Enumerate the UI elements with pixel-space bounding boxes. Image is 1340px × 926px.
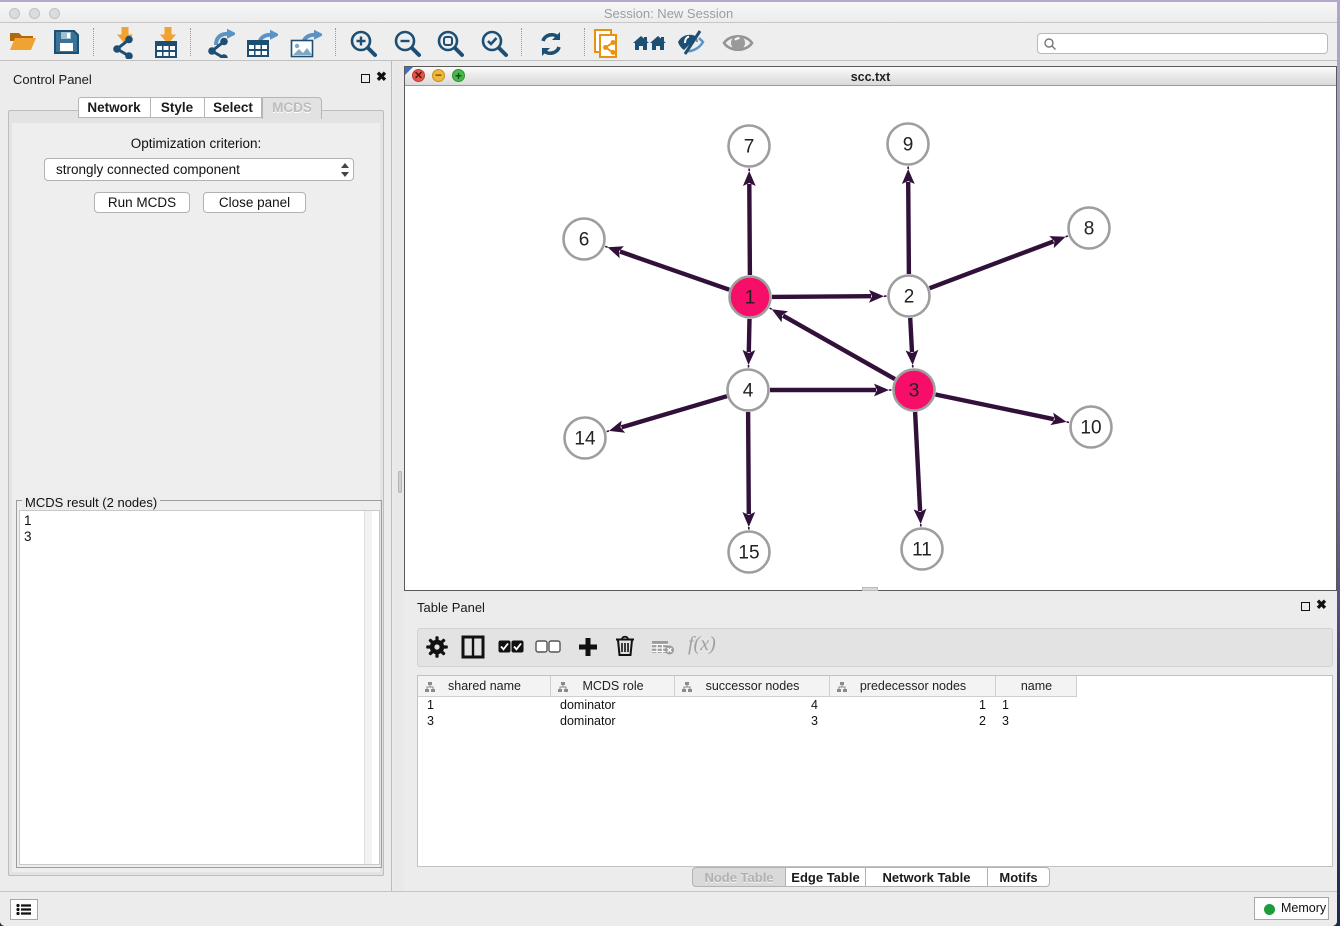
svg-text:14: 14	[574, 429, 596, 450]
svg-text:4: 4	[743, 381, 754, 402]
svg-text:6: 6	[579, 230, 590, 251]
svg-text:11: 11	[912, 540, 932, 561]
svg-text:1: 1	[745, 288, 756, 309]
svg-text:7: 7	[744, 137, 755, 158]
svg-text:9: 9	[903, 135, 914, 156]
svg-text:2: 2	[904, 287, 915, 308]
svg-text:8: 8	[1084, 219, 1095, 240]
svg-text:10: 10	[1080, 418, 1101, 439]
svg-text:3: 3	[909, 381, 920, 402]
svg-text:15: 15	[738, 543, 759, 564]
